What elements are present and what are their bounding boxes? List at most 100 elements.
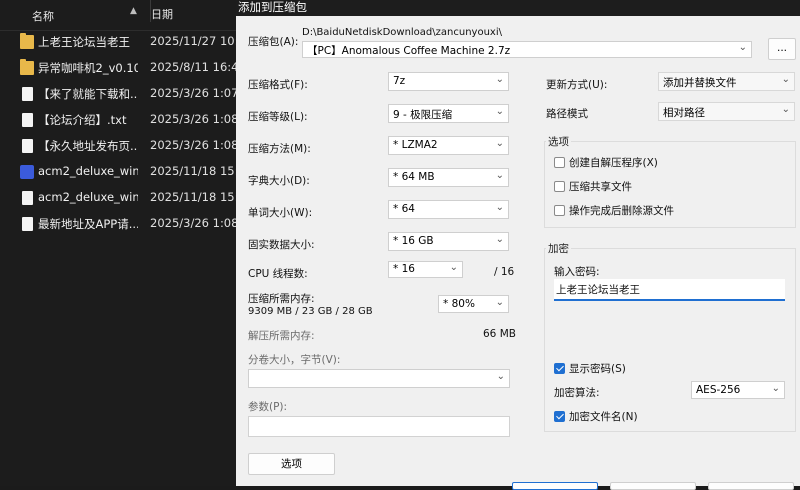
- dict-select[interactable]: * 64 MB ⌄: [388, 168, 509, 187]
- chevron-down-icon: ⌄: [495, 170, 504, 181]
- level-label: 压缩等级(L):: [248, 111, 308, 123]
- show-password-label: 显示密码(S): [569, 363, 626, 375]
- document-icon: [22, 139, 33, 153]
- method-select[interactable]: * LZMA2 ⌄: [388, 136, 509, 155]
- help-button[interactable]: [708, 482, 794, 490]
- file-date: 2025/8/11 16:40: [150, 60, 236, 74]
- chevron-down-icon: ⌄: [495, 138, 504, 149]
- dict-value: * 64 MB: [393, 171, 435, 183]
- password-input[interactable]: 上老王论坛当老王: [554, 279, 785, 301]
- column-header-date[interactable]: 日期: [150, 0, 173, 22]
- encryption-method-label: 加密算法:: [554, 387, 600, 399]
- archive-name-value: 【PC】Anomalous Coffee Machine 2.7z: [307, 45, 511, 57]
- level-select[interactable]: 9 - 极限压缩 ⌄: [388, 104, 509, 123]
- column-header-name[interactable]: 名称: [32, 8, 54, 24]
- file-explorer: 名称 ▲ 日期 上老王论坛当老王 2025/11/27 10:58 异常咖啡机2…: [0, 0, 236, 486]
- chevron-down-icon: ⌄: [449, 262, 458, 273]
- dialog-title: 添加到压缩包: [238, 0, 307, 14]
- file-row[interactable]: 上老王论坛当老王 2025/11/27 10:58: [0, 30, 236, 54]
- shared-files-checkbox[interactable]: [554, 181, 565, 192]
- add-to-archive-dialog: 添加到压缩包 压缩包(A): D:\BaiduNetdiskDownload\z…: [236, 0, 800, 490]
- archive-label: 压缩包(A):: [248, 36, 299, 48]
- browse-button[interactable]: ...: [768, 38, 796, 60]
- encrypt-filenames-label: 加密文件名(N): [569, 411, 638, 423]
- file-row[interactable]: 【论坛介绍】.txt 2025/3/26 1:08: [0, 108, 236, 132]
- threads-max: / 16: [494, 266, 515, 278]
- file-name: 异常咖啡机2_v0.10...: [38, 61, 138, 75]
- solid-select[interactable]: * 16 GB ⌄: [388, 232, 509, 251]
- path-mode-select[interactable]: 相对路径 ⌄: [658, 102, 795, 121]
- update-mode-value: 添加并替换文件: [663, 77, 737, 89]
- file-name: acm2_deluxe_win...: [38, 164, 138, 178]
- archive-path: D:\BaiduNetdiskDownload\zancunyouxi\: [302, 27, 502, 38]
- level-value: 9 - 极限压缩: [393, 109, 453, 121]
- chevron-down-icon: ⌄: [781, 104, 790, 115]
- chevron-down-icon: ⌄: [495, 297, 504, 308]
- path-mode-label: 路径模式: [546, 108, 588, 120]
- decompress-memory-value: 66 MB: [483, 328, 516, 340]
- file-row[interactable]: 【来了就能下载和... 2025/3/26 1:07: [0, 82, 236, 106]
- chevron-down-icon: ⌄: [738, 42, 747, 53]
- file-row[interactable]: 异常咖啡机2_v0.10... 2025/8/11 16:40: [0, 56, 236, 80]
- encryption-method-value: AES-256: [696, 384, 741, 396]
- cancel-button[interactable]: [610, 482, 696, 490]
- word-select[interactable]: * 64 ⌄: [388, 200, 509, 219]
- solid-value: * 16 GB: [393, 235, 434, 247]
- sort-caret-icon: ▲: [130, 6, 137, 16]
- threads-label: CPU 线程数:: [248, 268, 308, 280]
- file-name: 最新地址及APP请...: [38, 217, 138, 231]
- file-row[interactable]: 最新地址及APP请... 2025/3/26 1:08: [0, 212, 236, 236]
- show-password-checkbox[interactable]: [554, 363, 565, 374]
- params-label: 参数(P):: [248, 401, 288, 413]
- document-icon: [22, 113, 33, 127]
- encryption-method-select[interactable]: AES-256 ⌄: [691, 381, 785, 399]
- split-select[interactable]: ⌄: [248, 369, 510, 388]
- threads-select[interactable]: * 16 ⌄: [388, 261, 463, 278]
- password-value: 上老王论坛当老王: [556, 284, 640, 296]
- decompress-memory-label: 解压所需内存:: [248, 330, 315, 342]
- delete-source-checkbox[interactable]: [554, 205, 565, 216]
- word-label: 单词大小(W):: [248, 207, 313, 219]
- file-row[interactable]: 【永久地址发布页... 2025/3/26 1:08: [0, 134, 236, 158]
- chevron-down-icon: ⌄: [781, 74, 790, 85]
- dialog-titlebar[interactable]: 添加到压缩包: [236, 0, 800, 16]
- password-label: 输入密码:: [554, 266, 600, 278]
- dict-label: 字典大小(D):: [248, 175, 310, 187]
- memory-select[interactable]: * 80% ⌄: [438, 295, 509, 313]
- options-button[interactable]: 选项: [248, 453, 335, 475]
- folder-icon: [20, 33, 34, 49]
- params-input[interactable]: [248, 416, 510, 437]
- document-icon: [22, 87, 33, 101]
- path-mode-value: 相对路径: [663, 107, 705, 119]
- encrypt-filenames-checkbox[interactable]: [554, 411, 565, 422]
- encryption-group-title: 加密: [546, 241, 571, 256]
- chevron-down-icon: ⌄: [496, 371, 505, 382]
- app-icon: [20, 165, 34, 179]
- ok-button[interactable]: [512, 482, 598, 490]
- file-row[interactable]: acm2_deluxe_win... 2025/11/18 15:47: [0, 160, 236, 184]
- file-name: acm2_deluxe_win...: [38, 190, 138, 204]
- chevron-down-icon: ⌄: [495, 202, 504, 213]
- archive-name-combo[interactable]: 【PC】Anomalous Coffee Machine 2.7z ⌄: [302, 41, 752, 58]
- sfx-checkbox[interactable]: [554, 157, 565, 168]
- file-name: 【来了就能下载和...: [38, 87, 138, 101]
- format-select[interactable]: 7z ⌄: [388, 72, 509, 91]
- file-date: 2025/11/18 15:47: [150, 164, 236, 178]
- file-date: 2025/11/27 10:58: [150, 34, 236, 48]
- options-group-title: 选项: [546, 134, 571, 149]
- memory-value: * 80%: [443, 298, 475, 310]
- file-date: 2025/11/18 15:47: [150, 190, 236, 204]
- document-icon: [22, 191, 33, 205]
- chevron-down-icon: ⌄: [771, 383, 780, 394]
- method-label: 压缩方法(M):: [248, 143, 311, 155]
- word-value: * 64: [393, 203, 415, 215]
- file-date: 2025/3/26 1:08: [150, 112, 236, 126]
- update-mode-select[interactable]: 添加并替换文件 ⌄: [658, 72, 795, 91]
- file-list-header: 名称 ▲ 日期: [0, 0, 236, 31]
- memory-label: 压缩所需内存:: [248, 293, 315, 305]
- sfx-label: 创建自解压程序(X): [569, 157, 658, 169]
- file-row[interactable]: acm2_deluxe_win... 2025/11/18 15:47: [0, 186, 236, 210]
- format-value: 7z: [393, 75, 406, 87]
- chevron-down-icon: ⌄: [495, 106, 504, 117]
- update-mode-label: 更新方式(U):: [546, 79, 608, 91]
